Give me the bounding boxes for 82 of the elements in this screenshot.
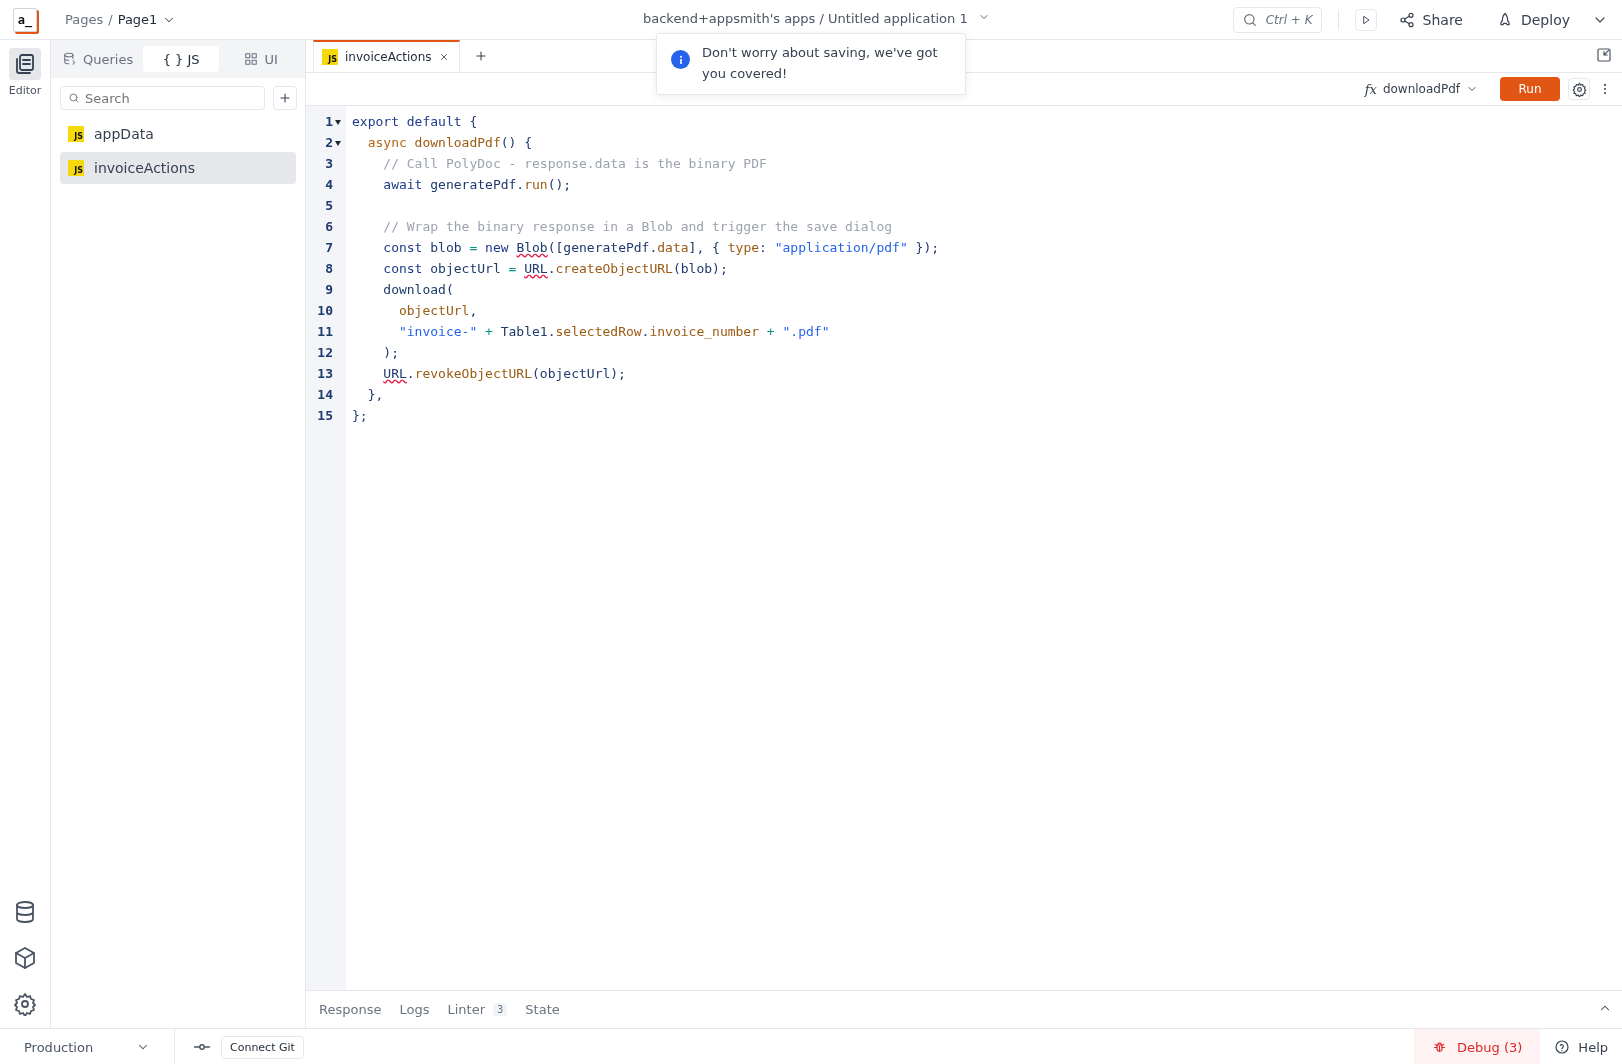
code-line: const blob = new Blob([generatePdf.data], { type: "application/pdf" }); [382,239,940,257]
line-number: 13 [317,366,333,381]
line-number: 15 [317,408,333,423]
close-icon [438,52,449,62]
line-number: 1 [325,114,333,129]
connect-git-button[interactable]: Connect Git [221,1035,304,1059]
js-icon: JS [68,126,84,142]
line-number: 8 [325,261,333,276]
sidebar-item[interactable]: JS invoiceActions [60,152,296,184]
code-line: download( [382,281,454,299]
panel-tab[interactable]: Logs [390,991,439,1028]
toast-message: Don't worry about saving, we've got you covered! [702,44,939,83]
editor-tab[interactable]: JS invoiceActions [313,40,460,72]
debug-button[interactable]: Debug (3) [1414,1029,1541,1064]
search-icon [1241,11,1258,28]
settings-icon [13,992,37,1016]
add-button[interactable] [273,86,297,110]
code-line: "invoice-" + Table1.selectedRow.invoice_number + ".pdf" [397,323,830,341]
panel-tab[interactable]: Response [310,991,391,1028]
js-icon: JS [68,160,84,176]
deploy-button[interactable]: Deploy [1484,7,1582,32]
line-number: 11 [317,324,333,339]
code-line: // Call PolyDoc - response.data is the binary PDF [382,155,767,173]
sidebar-tab[interactable]: Queries [57,46,140,72]
help-icon [1554,1039,1571,1055]
line-number: 14 [317,387,333,402]
sidebar-item[interactable]: JS appData [60,118,296,150]
code-line: }, [366,386,384,404]
grid-icon [244,52,259,66]
breadcrumb-link[interactable]: Pages [65,12,104,27]
line-number: 5 [325,198,333,213]
line-number: 10 [317,303,333,318]
line-number: 2 [325,135,333,150]
page-name[interactable]: Page1 [117,12,158,27]
count-badge: 3 [493,1003,508,1016]
sidebar-tab[interactable]: UI [223,46,299,72]
app-title[interactable]: backend+appsmith's apps / Untitled application 1 [643,11,968,26]
settings-button[interactable] [1568,78,1590,100]
line-number: 7 [325,240,333,255]
code-line: URL.revokeObjectURL(objectUrl); [382,365,626,383]
code-line: }; [351,407,368,425]
line-number: 4 [325,177,333,192]
code-line: export default { [351,113,478,131]
run-button[interactable]: Run [1500,77,1560,101]
code-line: ); [382,344,399,362]
help-button[interactable]: Help [1540,1029,1622,1064]
preview-button[interactable] [1354,8,1377,31]
line-number: 6 [325,219,333,234]
code-line: // Wrap the binary response in a Blob and trigger the save dialog [382,218,893,236]
database-icon [13,900,37,924]
cube-icon [13,946,37,970]
bug-icon [1432,1039,1448,1055]
settings-icon [1571,81,1587,97]
search-button[interactable]: Ctrl + K [1232,6,1322,33]
fold-icon[interactable] [334,138,342,147]
minimize-icon [1596,46,1612,63]
fold-icon[interactable] [334,117,342,126]
function-selector[interactable]: fx downloadPdf [1358,80,1484,98]
app-logo[interactable]: a_ [13,7,37,32]
plus-icon [473,49,488,63]
share-button[interactable]: Share [1386,7,1475,32]
panel-tab[interactable]: Linter 3 [438,991,517,1028]
database-icon [63,52,77,66]
search-field[interactable]: Search [60,86,265,110]
plus-icon [278,91,292,105]
info-icon [671,50,690,69]
js-icon: JS [322,49,338,65]
line-number: 9 [325,282,333,297]
environment-dropdown[interactable]: Production [0,1029,175,1064]
share-icon [1398,11,1415,28]
editor-nav-button[interactable] [9,48,41,80]
nav-label: Editor [8,84,42,97]
code-line: objectUrl, [397,302,478,320]
breadcrumb-separator: / [108,12,113,27]
code-line: async downloadPdf() { [366,134,533,152]
pages-icon [13,52,37,76]
panel-tab[interactable]: State [516,991,569,1028]
sidebar-tab[interactable]: { } JS [143,46,220,72]
line-number: 3 [325,156,333,171]
line-number: 12 [317,345,333,360]
code-line: await generatePdf.run(); [382,176,572,194]
code-line: const objectUrl = URL.createObjectURL(blob); [382,260,728,278]
